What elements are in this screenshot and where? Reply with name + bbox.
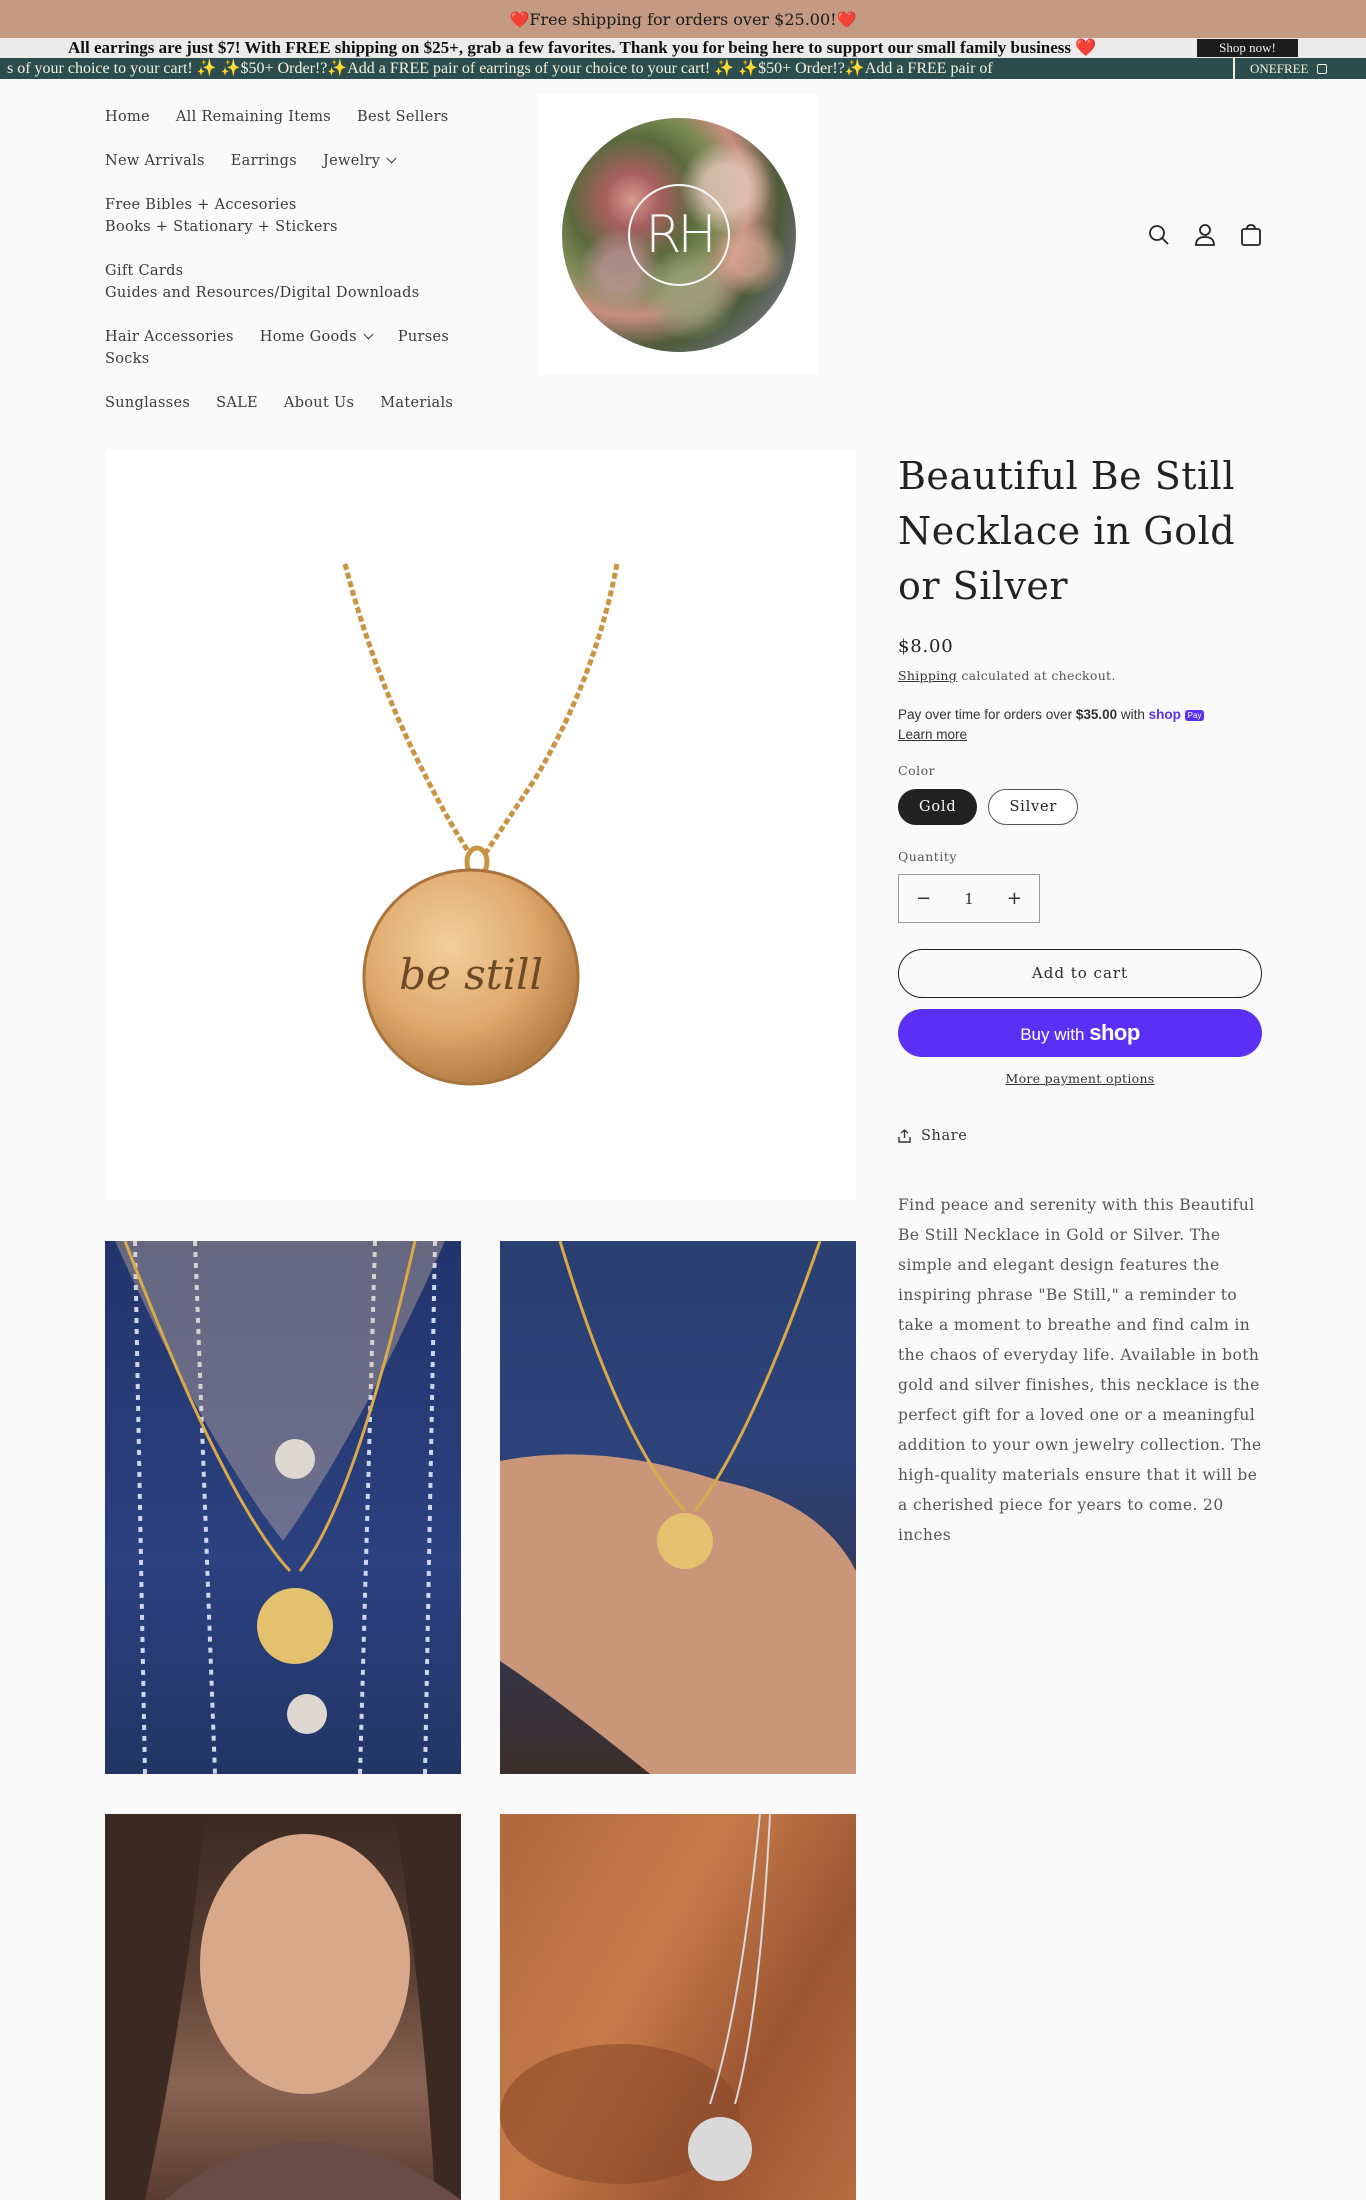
add-to-cart-button[interactable]: Add to cart [898,949,1262,998]
pendant-text: be still [399,950,543,999]
site-header: Home All Remaining Items Best Sellers New A… [0,79,1366,411]
shop-pay-logo: shop [1148,707,1181,722]
chevron-down-icon [363,329,374,340]
nav-item-home-goods[interactable]: Home Goods [260,326,374,348]
nav-row: Home All Remaining Items Best Sellers [105,106,525,128]
color-option-silver[interactable]: Silver [988,789,1079,825]
search-icon[interactable] [1145,221,1173,249]
quantity-label: Quantity [898,849,957,864]
color-label: Color [898,763,936,778]
nav-item-materials[interactable]: Materials [380,392,453,414]
installments-with: with [1117,707,1149,722]
shipping-calc-text: calculated at checkout. [957,668,1116,683]
nav-item-books-stationary-stickers[interactable]: Books + Stationary + Stickers [105,216,338,238]
announcement-bar-earrings: All earrings are just $7! With FREE ship… [0,38,1366,58]
thumbnail-wood-photo [500,1814,771,2184]
announcement-bar-free-shipping: ❤️Free shipping for orders over $25.00!❤… [0,0,1366,38]
nav-item-guides-and-resources-digital-downloads[interactable]: Guides and Resources/Digital Downloads [105,282,419,304]
nav-item-earrings[interactable]: Earrings [231,150,297,172]
store-logo[interactable]: RH [538,94,819,375]
nav-item-sunglasses[interactable]: Sunglasses [105,392,190,414]
logo-monogram: RH [628,184,730,286]
share-button[interactable]: Share [898,1128,1262,1144]
nav-item-best-sellers[interactable]: Best Sellers [357,106,448,128]
logo-flower-image: RH [562,118,796,352]
buy-with-shop-button[interactable]: Buy with shop [898,1009,1262,1057]
product-description: Find peace and serenity with this Beauti… [898,1196,1262,1544]
nav-item-jewelry[interactable]: Jewelry [323,150,397,172]
shop-pay-badge: Pay [1184,710,1205,721]
promo-code-copy[interactable]: ONEFREE [1233,58,1366,79]
nav-item-about-us[interactable]: About Us [284,392,354,414]
color-option-gold[interactable]: Gold [898,789,978,825]
promo-marquee-bar: s of your choice to your cart! ✨ ✨$50+ O… [0,58,1366,79]
product-thumbnail-worn[interactable] [105,1241,461,1774]
nav-row: Free Bibles + Accesories Books + Stationa… [105,194,525,238]
share-label: Share [921,1128,968,1144]
decrease-quantity-button[interactable]: − [916,888,931,909]
thumbnail-shirt-photo [115,1241,445,1774]
nav-item-socks[interactable]: Socks [105,348,150,370]
quantity-input[interactable]: 1 [964,890,974,908]
buy-with-label: Buy with [1020,1025,1090,1044]
shipping-note: Shipping calculated at checkout. [898,668,1262,683]
share-icon [898,1129,911,1143]
shop-brand: shop [1089,1020,1140,1045]
header-icons [1145,221,1265,249]
nav-item-gift-cards[interactable]: Gift Cards [105,260,183,282]
cart-icon[interactable] [1237,221,1265,249]
product-info: Beautiful Be Still Necklace in Gold or S… [898,449,1262,1550]
installments-banner: Pay over time for orders over $35.00 wit… [898,705,1262,745]
thumbnail-model-photo [105,1814,461,2200]
chevron-down-icon [386,153,397,164]
product-thumbnail-hand[interactable] [500,1241,856,1774]
nav-row: Sunglasses SALE About Us Materials [105,392,525,414]
product-main-image[interactable]: be still [105,449,856,1200]
learn-more-link[interactable]: Learn more [898,727,967,742]
shop-now-button[interactable]: Shop now! [1197,39,1298,57]
nav-item-hair-accessories[interactable]: Hair Accessories [105,326,234,348]
nav-item-home[interactable]: Home [105,106,150,128]
product-title: Beautiful Be Still Necklace in Gold or S… [898,454,1236,608]
nav-row: New Arrivals Earrings Jewelry [105,150,525,172]
nav-row: Hair Accessories Home Goods Purses Socks [105,326,525,370]
necklace-illustration: be still [342,563,620,1086]
announcement-earrings-text: All earrings are just $7! With FREE ship… [68,38,1097,57]
product-thumbnail-silver[interactable] [500,1814,856,2200]
product-price: $8.00 [898,636,954,657]
product-thumbnail-model[interactable] [105,1814,461,2200]
promo-code: ONEFREE [1250,61,1309,76]
announcement-text: ❤️Free shipping for orders over $25.00!❤… [509,9,857,29]
quantity-stepper: − 1 + [898,874,1040,923]
more-payment-options-link[interactable]: More payment options [898,1071,1262,1086]
nav-item-free-bibles-accesories[interactable]: Free Bibles + Accesories [105,194,297,216]
nav-item-sale[interactable]: SALE [216,392,258,414]
nav-item-new-arrivals[interactable]: New Arrivals [105,150,205,172]
promo-marquee-text: s of your choice to your cart! ✨ ✨$50+ O… [7,60,993,77]
color-options: Gold Silver [898,789,1262,825]
copy-icon [1316,64,1327,74]
account-icon[interactable] [1191,221,1219,249]
increase-quantity-button[interactable]: + [1007,888,1022,909]
nav-item-purses[interactable]: Purses [398,326,449,348]
shipping-link[interactable]: Shipping [898,668,957,683]
nav-row: Gift Cards Guides and Resources/Digital D… [105,260,525,304]
installments-text: Pay over time for orders over [898,707,1076,722]
nav-item-all-remaining-items[interactable]: All Remaining Items [176,106,331,128]
installments-amount: $35.00 [1075,707,1118,722]
thumbnail-hand-photo [500,1241,856,1774]
main-nav: Home All Remaining Items Best Sellers New A… [105,106,525,436]
